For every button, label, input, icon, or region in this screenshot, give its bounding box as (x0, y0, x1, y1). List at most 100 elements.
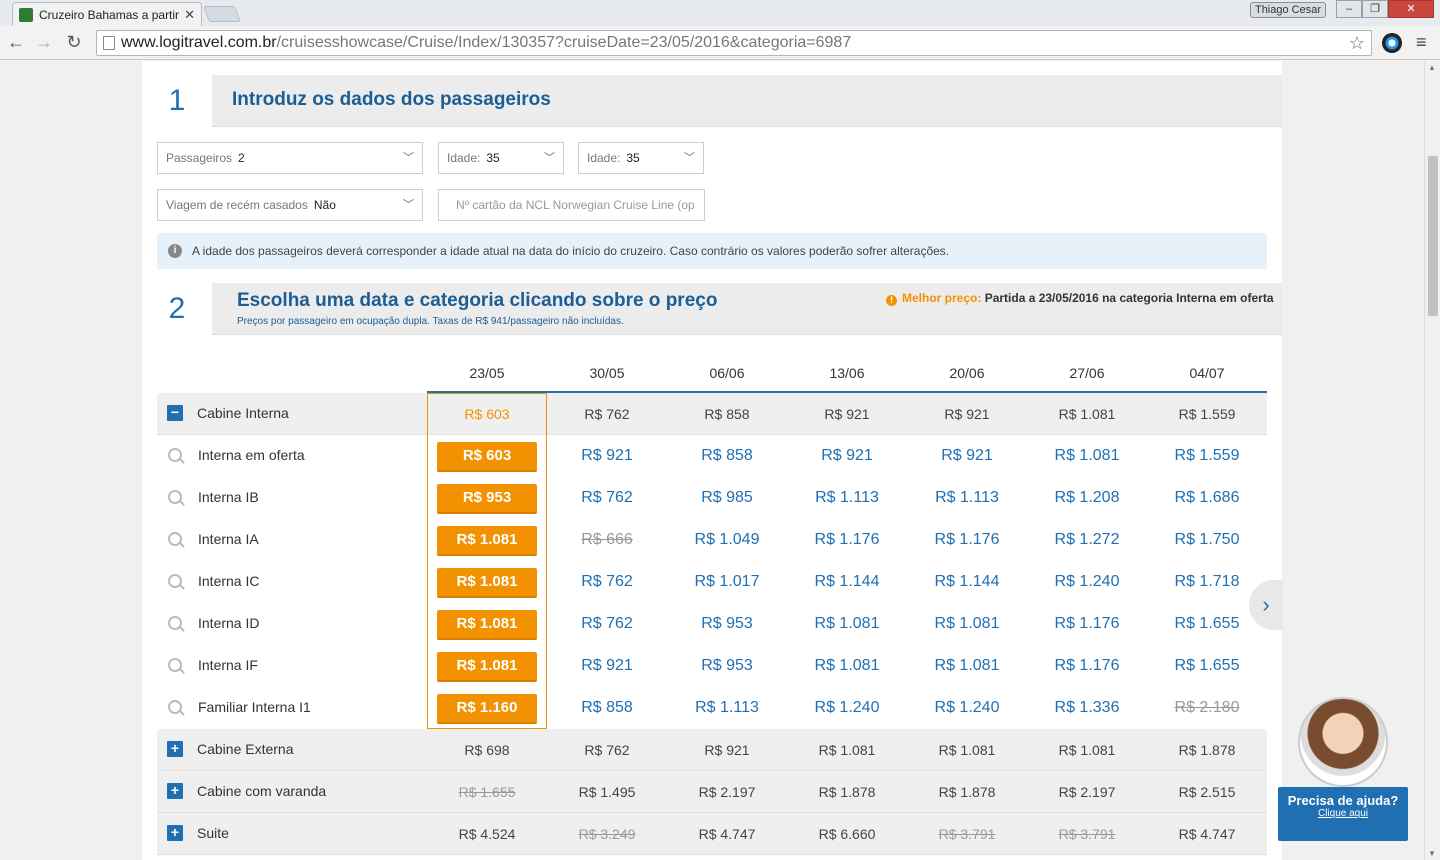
browser-tab[interactable]: Cruzeiro Bahamas a partir ✕ (12, 2, 202, 26)
magnifier-icon[interactable] (167, 615, 185, 633)
price-cell[interactable]: R$ 1.160 (427, 687, 547, 729)
price-cell[interactable]: R$ 1.559 (1147, 393, 1267, 435)
price-cell[interactable]: R$ 1.878 (1147, 729, 1267, 771)
price-cell[interactable]: R$ 1.495 (547, 771, 667, 813)
price-cell[interactable]: R$ 3.249 (547, 813, 667, 855)
price-cell[interactable]: R$ 1.718 (1147, 561, 1267, 603)
expand-icon[interactable]: + (167, 783, 183, 799)
scroll-down-icon[interactable]: ▼ (1428, 849, 1436, 858)
price-cell[interactable]: R$ 1.081 (1027, 435, 1147, 477)
help-widget[interactable]: Precisa de ajuda? Clique aqui (1278, 697, 1408, 841)
price-button[interactable]: R$ 1.081 (437, 610, 537, 640)
price-cell[interactable]: R$ 985 (667, 477, 787, 519)
price-cell[interactable]: R$ 1.049 (667, 519, 787, 561)
price-cell[interactable]: R$ 921 (907, 393, 1027, 435)
price-button[interactable]: R$ 603 (437, 442, 537, 472)
price-button[interactable]: R$ 1.081 (437, 652, 537, 682)
scrollbar[interactable]: ▲ ▼ (1424, 61, 1440, 860)
price-cell[interactable]: R$ 3.791 (1027, 813, 1147, 855)
price-cell[interactable]: R$ 1.017 (667, 561, 787, 603)
forward-icon[interactable]: → (34, 32, 54, 52)
price-cell[interactable]: R$ 1.878 (907, 771, 1027, 813)
magnifier-icon[interactable] (167, 657, 185, 675)
price-cell[interactable]: R$ 698 (427, 729, 547, 771)
price-cell[interactable]: R$ 1.240 (907, 687, 1027, 729)
address-bar[interactable]: www.logitravel.com.br/cruisesshowcase/Cr… (96, 30, 1372, 56)
expand-icon[interactable]: + (167, 825, 183, 841)
help-box[interactable]: Precisa de ajuda? Clique aqui (1278, 787, 1408, 841)
price-cell[interactable]: R$ 1.240 (787, 687, 907, 729)
expand-icon[interactable]: + (167, 741, 183, 757)
price-cell[interactable]: R$ 4.747 (667, 813, 787, 855)
price-cell[interactable]: R$ 1.081 (427, 561, 547, 603)
price-cell[interactable]: R$ 1.081 (907, 603, 1027, 645)
minimize-button[interactable]: – (1336, 0, 1362, 18)
price-cell[interactable]: R$ 921 (547, 435, 667, 477)
price-cell[interactable]: R$ 1.081 (427, 603, 547, 645)
back-icon[interactable]: ← (6, 32, 26, 52)
extension-icon[interactable] (1382, 33, 1402, 53)
age1-select[interactable]: Idade: 35 ﹀ (438, 142, 564, 174)
magnifier-icon[interactable] (167, 447, 185, 465)
price-cell[interactable]: R$ 1.750 (1147, 519, 1267, 561)
price-cell[interactable]: R$ 1.176 (907, 519, 1027, 561)
price-cell[interactable]: R$ 921 (907, 435, 1027, 477)
price-cell[interactable]: R$ 1.113 (907, 477, 1027, 519)
reload-icon[interactable]: ↻ (64, 32, 84, 52)
price-cell[interactable]: R$ 1.240 (1027, 561, 1147, 603)
price-cell[interactable]: R$ 1.113 (667, 687, 787, 729)
price-cell[interactable]: R$ 762 (547, 561, 667, 603)
price-button[interactable]: R$ 1.081 (437, 526, 537, 556)
age2-select[interactable]: Idade: 35 ﹀ (578, 142, 704, 174)
price-cell[interactable]: R$ 6.660 (787, 813, 907, 855)
close-tab-icon[interactable]: ✕ (184, 7, 195, 23)
scroll-up-icon[interactable]: ▲ (1428, 63, 1436, 72)
scrollbar-thumb[interactable] (1428, 156, 1438, 316)
ncl-card-input[interactable]: Nº cartão da NCL Norwegian Cruise Line (… (438, 189, 705, 221)
price-cell[interactable]: R$ 953 (667, 603, 787, 645)
help-link[interactable]: Clique aqui (1278, 808, 1408, 819)
price-cell[interactable]: R$ 666 (547, 519, 667, 561)
price-cell[interactable]: R$ 953 (667, 645, 787, 687)
price-cell[interactable]: R$ 1.686 (1147, 477, 1267, 519)
price-button[interactable]: R$ 1.160 (437, 694, 537, 724)
price-cell[interactable]: R$ 1.081 (907, 645, 1027, 687)
price-cell[interactable]: R$ 2.197 (1027, 771, 1147, 813)
row-label[interactable]: Cabine Interna (197, 405, 289, 421)
bookmark-star-icon[interactable]: ☆ (1349, 31, 1365, 55)
close-window-button[interactable]: ✕ (1388, 0, 1434, 18)
price-cell[interactable]: R$ 762 (547, 477, 667, 519)
price-cell[interactable]: R$ 2.197 (667, 771, 787, 813)
maximize-button[interactable]: ❐ (1362, 0, 1388, 18)
price-cell[interactable]: R$ 1.208 (1027, 477, 1147, 519)
price-cell[interactable]: R$ 2.180 (1147, 687, 1267, 729)
price-button[interactable]: R$ 1.081 (437, 568, 537, 598)
magnifier-icon[interactable] (167, 489, 185, 507)
newlywed-select[interactable]: Viagem de recém casados Não ﹀ (157, 189, 423, 221)
magnifier-icon[interactable] (167, 531, 185, 549)
price-cell[interactable]: R$ 1.176 (1027, 603, 1147, 645)
price-cell[interactable]: R$ 603 (427, 435, 547, 477)
price-cell[interactable]: R$ 1.878 (787, 771, 907, 813)
price-button[interactable]: R$ 953 (437, 484, 537, 514)
price-cell[interactable]: R$ 1.081 (907, 729, 1027, 771)
row-label[interactable]: Cabine Externa (197, 741, 294, 757)
price-cell[interactable]: R$ 1.336 (1027, 687, 1147, 729)
price-cell[interactable]: R$ 1.081 (427, 645, 547, 687)
price-cell[interactable]: R$ 1.081 (787, 729, 907, 771)
profile-button[interactable]: Thiago Cesar (1250, 2, 1326, 18)
price-cell[interactable]: R$ 1.272 (1027, 519, 1147, 561)
price-cell[interactable]: R$ 1.144 (787, 561, 907, 603)
collapse-icon[interactable]: − (167, 405, 183, 421)
price-cell[interactable]: R$ 762 (547, 729, 667, 771)
magnifier-icon[interactable] (167, 573, 185, 591)
price-cell[interactable]: R$ 4.747 (1147, 813, 1267, 855)
price-cell[interactable]: R$ 858 (547, 687, 667, 729)
row-label[interactable]: Cabine com varanda (197, 783, 326, 799)
price-cell[interactable]: R$ 3.791 (907, 813, 1027, 855)
price-cell[interactable]: R$ 1.176 (1027, 645, 1147, 687)
price-cell[interactable]: R$ 762 (547, 603, 667, 645)
new-tab-button[interactable] (203, 6, 241, 22)
price-cell[interactable]: R$ 858 (667, 393, 787, 435)
price-cell[interactable]: R$ 1.559 (1147, 435, 1267, 477)
